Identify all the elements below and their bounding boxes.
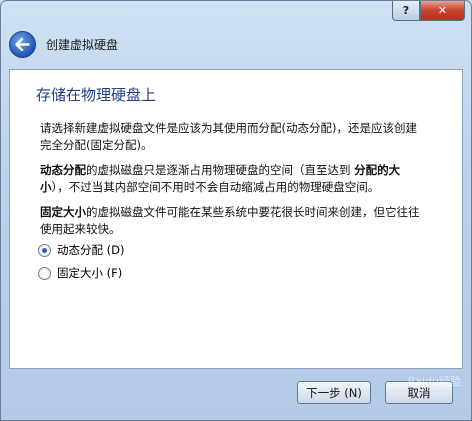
dynamic-bold-term: 动态分配 (40, 163, 86, 177)
radio-dynamic[interactable]: 动态分配 (D) (38, 242, 124, 258)
wizard-header: 创建虚拟硬盘 (9, 31, 118, 58)
dialog-window: ? ✕ 创建虚拟硬盘 存储在物理硬盘上 请选择新建虚拟硬盘文件是应该为其使用而分… (0, 0, 472, 421)
fixed-text-line2: 使用起来较快。 (40, 222, 121, 236)
back-button[interactable] (9, 31, 36, 58)
title-bar-buttons: ? ✕ (392, 1, 465, 21)
allocated-size-bold-2: 小 (40, 180, 52, 194)
fixed-text: 的虚拟磁盘文件可能在某些系统中要花很长时间来创建，但它往往 (86, 205, 420, 219)
wizard-title: 创建虚拟硬盘 (46, 38, 119, 52)
radio-dynamic-label[interactable]: 动态分配 (D) (57, 242, 124, 258)
close-button[interactable]: ✕ (420, 1, 465, 21)
radio-dynamic-indicator[interactable] (38, 243, 51, 257)
fixed-explanation-paragraph: 固定大小的虚拟磁盘文件可能在某些系统中要花很长时间来创建，但它往往 使用起来较快… (40, 204, 455, 238)
radio-fixed[interactable]: 固定大小 (F) (38, 265, 122, 281)
dynamic-text-1: 的虚拟磁盘只是逐渐占用物理硬盘的空间（直至达到 (86, 163, 355, 177)
para1-line2: 完全分配(固定分配)。 (40, 138, 153, 152)
page-title: 存储在物理硬盘上 (36, 86, 157, 104)
next-button[interactable]: 下一步 (N) (297, 381, 371, 404)
allocated-size-bold: 分配的大 (354, 163, 401, 177)
wizard-page: 存储在物理硬盘上 请选择新建虚拟硬盘文件是应该为其使用而分配(动态分配)，还是应… (9, 69, 463, 369)
dynamic-explanation-paragraph: 动态分配的虚拟磁盘只是逐渐占用物理硬盘的空间（直至达到 分配的大 小），不过当其… (40, 162, 455, 196)
watermark: Baidu经验 (407, 375, 461, 388)
para1-line1: 请选择新建虚拟硬盘文件是应该为其使用而分配(动态分配)，还是应该创建 (40, 121, 417, 135)
radio-fixed-indicator[interactable] (38, 266, 51, 280)
help-button[interactable]: ? (392, 1, 420, 21)
back-arrow-icon (15, 38, 30, 51)
fixed-bold-term: 固定大小 (40, 205, 86, 219)
radio-fixed-label[interactable]: 固定大小 (F) (57, 265, 122, 281)
dynamic-text-2: ），不过当其内部空间不用时不会自动缩减占用的物理硬盘空间。 (51, 180, 380, 194)
description-paragraph: 请选择新建虚拟硬盘文件是应该为其使用而分配(动态分配)，还是应该创建 完全分配(… (40, 120, 455, 154)
